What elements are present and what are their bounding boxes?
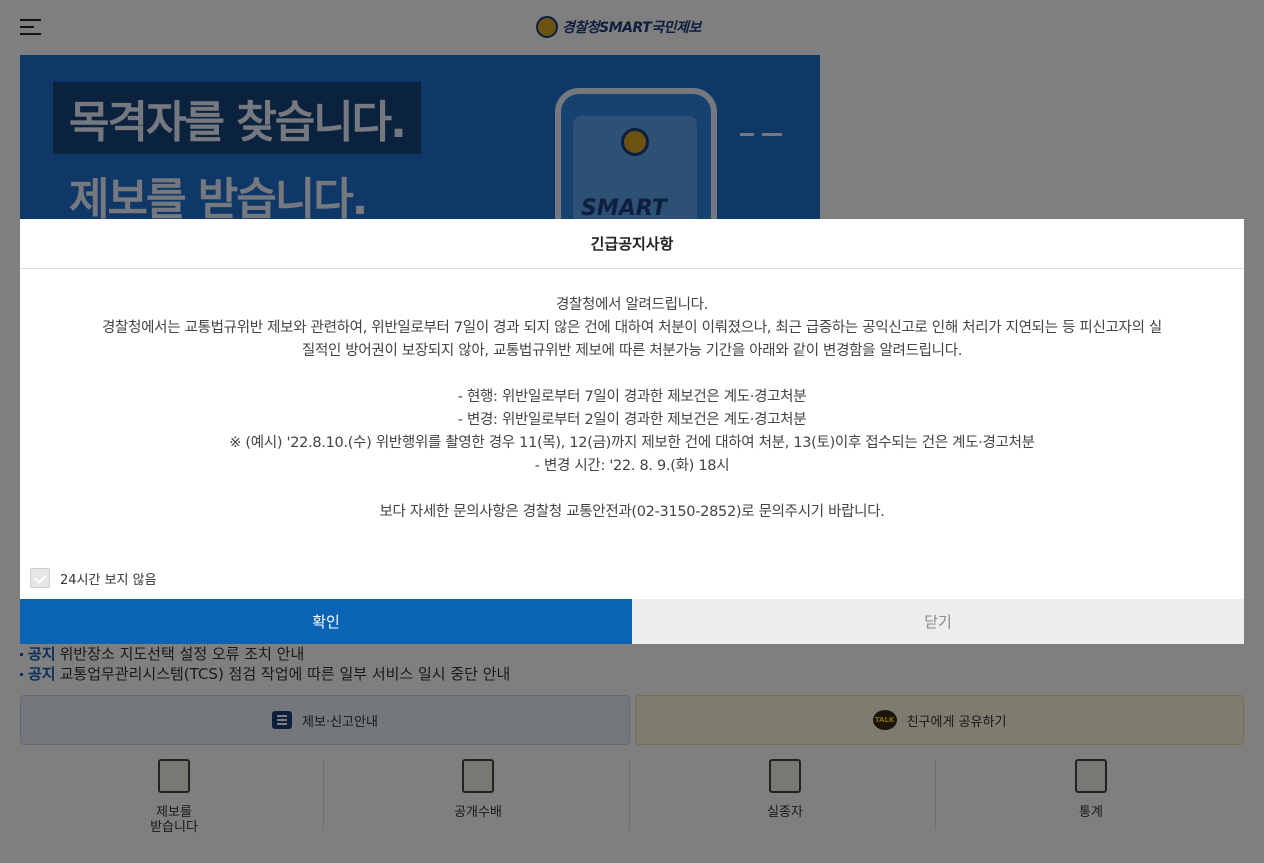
modal-line: 경찰청에서 알려드립니다.: [555, 297, 709, 313]
modal-line: - 현행: 위반일로부터 7일이 경과한 제보건은 계도·경고처분: [457, 389, 807, 405]
modal-line: - 변경 시간: '22. 8. 9.(화) 18시: [534, 458, 730, 474]
modal-body: 경찰청에서 알려드립니다. 경찰청에서는 교통법규위반 제보와 관련하여, 위반…: [20, 294, 1244, 524]
modal-line: 질적인 방어권이 보장되지 않아, 교통법규위반 제보에 따른 처분가능 기간을…: [301, 343, 963, 359]
modal-line: - 변경: 위반일로부터 2일이 경과한 제보건은 계도·경고처분: [457, 412, 807, 428]
emergency-notice-modal: 긴급공지사항 경찰청에서 알려드립니다. 경찰청에서는 교통법규위반 제보와 관…: [20, 219, 1244, 644]
modal-blank-line: [20, 363, 1244, 386]
confirm-button[interactable]: 확인: [20, 599, 632, 644]
hide-24h-label: 24시간 보지 않음: [60, 572, 157, 588]
hide-24h-checkbox-row[interactable]: 24시간 보지 않음: [30, 568, 157, 588]
modal-title: 긴급공지사항: [20, 219, 1244, 269]
close-button[interactable]: 닫기: [632, 599, 1244, 644]
modal-line: ※ (예시) '22.8.10.(수) 위반행위를 촬영한 경우 11(목), …: [229, 435, 1035, 451]
hide-24h-checkbox[interactable]: [30, 568, 50, 588]
modal-line: 경찰청에서는 교통법규위반 제보와 관련하여, 위반일로부터 7일이 경과 되지…: [102, 320, 1162, 336]
modal-blank-line: [20, 478, 1244, 501]
modal-line: 보다 자세한 문의사항은 경찰청 교통안전과(02-3150-2852)로 문의…: [379, 504, 885, 520]
